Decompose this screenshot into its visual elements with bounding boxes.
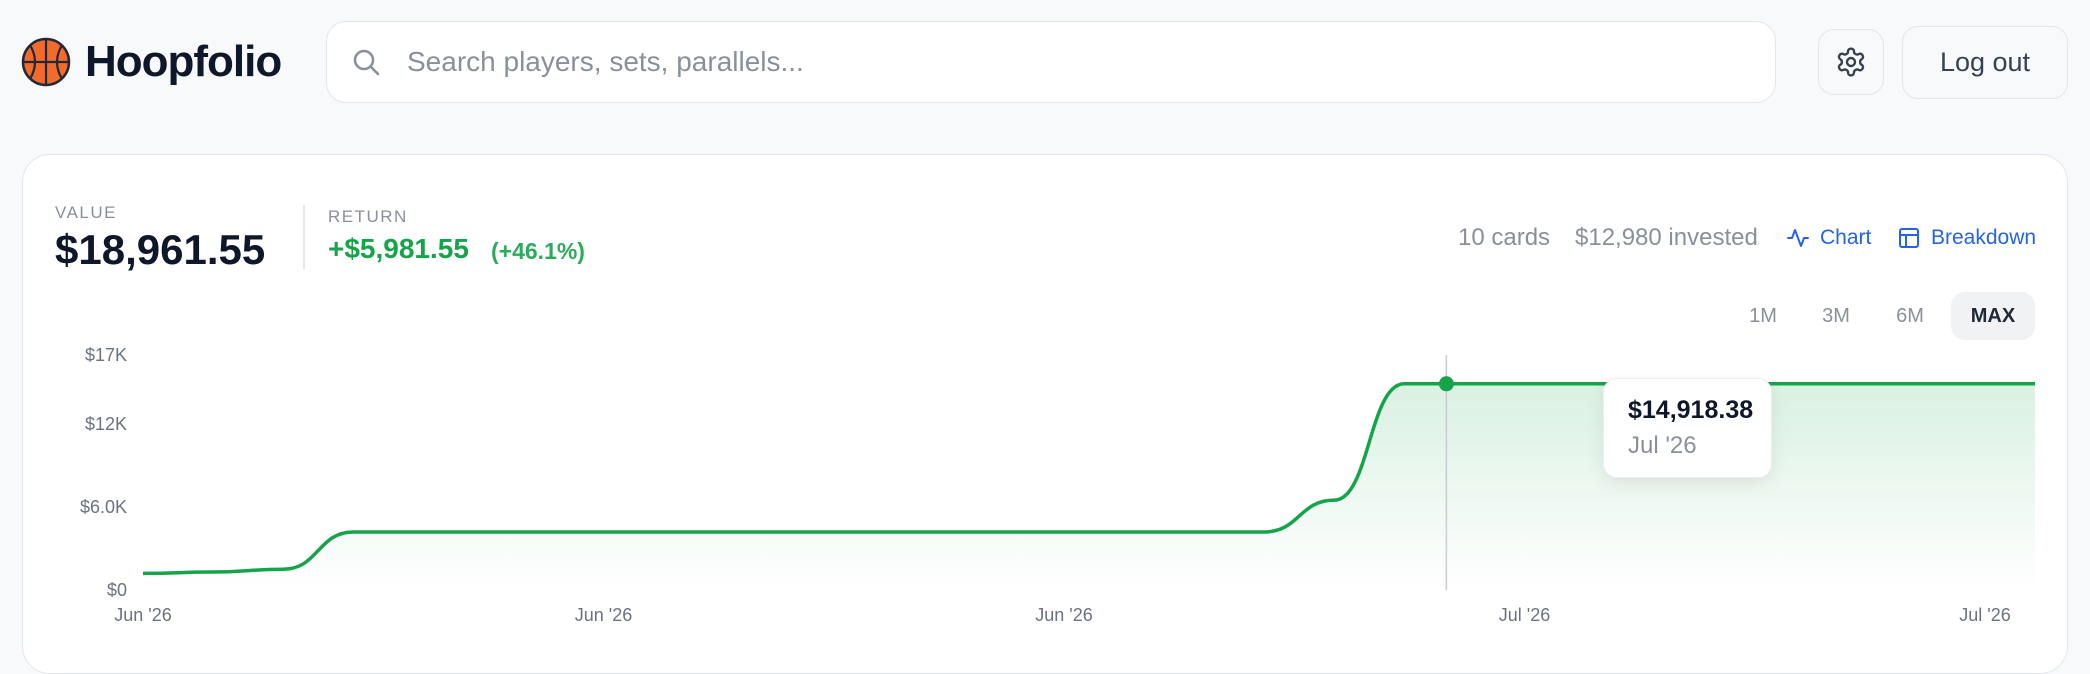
y-tick-label: $6.0K	[80, 497, 127, 517]
x-tick-label: Jul '26	[1499, 605, 1550, 625]
x-tick-label: Jun '26	[575, 605, 632, 625]
hover-point	[1438, 376, 1454, 392]
y-tick-label: $12K	[85, 414, 127, 434]
y-tick-label: $0	[107, 580, 127, 600]
x-tick-label: Jun '26	[114, 605, 171, 625]
x-tick-label: Jun '26	[1035, 605, 1092, 625]
x-tick-label: Jul '26	[1959, 605, 2010, 625]
tooltip-value: $14,918.38	[1628, 396, 1754, 424]
y-tick-label: $17K	[85, 345, 127, 365]
chart-tooltip: $14,918.38 Jul '26	[1603, 378, 1772, 478]
portfolio-value-chart[interactable]: $0 $6.0K $12K $17K Jun '26 Jun '26 Jun '26 Jul …	[0, 0, 2090, 645]
tooltip-date: Jul '26	[1628, 432, 1697, 459]
